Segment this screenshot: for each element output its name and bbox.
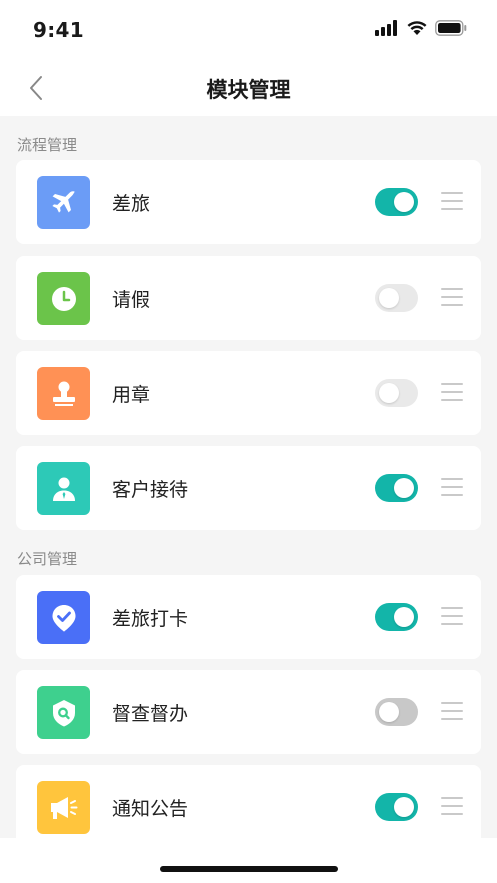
toggle-switch[interactable] — [375, 603, 418, 631]
toggle-switch[interactable] — [375, 188, 418, 216]
toggle-knob — [394, 797, 414, 817]
section-label-process: 流程管理 — [17, 136, 78, 154]
module-label: 通知公告 — [112, 798, 189, 820]
module-label: 客户接待 — [112, 479, 189, 501]
module-row-reception: 客户接待 — [16, 446, 481, 530]
module-row-supervision: 督查督办 — [16, 670, 481, 754]
home-indicator-area — [0, 838, 497, 883]
section-label-company: 公司管理 — [17, 550, 78, 568]
toggle-knob — [379, 383, 399, 403]
module-label: 请假 — [112, 289, 151, 311]
module-label: 差旅 — [112, 193, 151, 215]
drag-handle-icon[interactable] — [441, 797, 463, 815]
status-time: 9:41 — [33, 18, 84, 42]
module-label: 差旅打卡 — [112, 608, 189, 630]
drag-handle-icon[interactable] — [441, 607, 463, 625]
drag-handle-icon[interactable] — [441, 192, 463, 210]
status-bar: 9:41 — [0, 0, 497, 60]
airplane-icon — [37, 176, 90, 229]
shield-search-icon — [37, 686, 90, 739]
nav-bar: 模块管理 — [0, 60, 497, 116]
page-title: 模块管理 — [206, 78, 291, 102]
toggle-knob — [394, 607, 414, 627]
module-row-travel-checkin: 差旅打卡 — [16, 575, 481, 659]
toggle-switch[interactable] — [375, 379, 418, 407]
megaphone-icon — [37, 781, 90, 834]
drag-handle-icon[interactable] — [441, 383, 463, 401]
signal-icon — [375, 20, 397, 36]
toggle-switch[interactable] — [375, 698, 418, 726]
check-pin-icon — [37, 591, 90, 644]
wifi-icon — [407, 21, 427, 35]
toggle-knob — [394, 478, 414, 498]
drag-handle-icon[interactable] — [441, 288, 463, 306]
module-row-leave: 请假 — [16, 256, 481, 340]
module-row-notice: 通知公告 — [16, 765, 481, 849]
status-icons — [375, 20, 467, 36]
toggle-switch[interactable] — [375, 284, 418, 312]
module-row-travel: 差旅 — [16, 160, 481, 244]
home-indicator[interactable] — [160, 866, 338, 872]
module-row-seal: 用章 — [16, 351, 481, 435]
toggle-knob — [379, 288, 399, 308]
toggle-switch[interactable] — [375, 793, 418, 821]
module-label: 用章 — [112, 384, 151, 406]
drag-handle-icon[interactable] — [441, 702, 463, 720]
battery-icon — [435, 20, 467, 36]
toggle-switch[interactable] — [375, 474, 418, 502]
person-icon — [37, 462, 90, 515]
clock-icon — [37, 272, 90, 325]
module-label: 督查督办 — [112, 703, 189, 725]
drag-handle-icon[interactable] — [441, 478, 463, 496]
toggle-knob — [394, 192, 414, 212]
toggle-knob — [379, 702, 399, 722]
stamp-icon — [37, 367, 90, 420]
